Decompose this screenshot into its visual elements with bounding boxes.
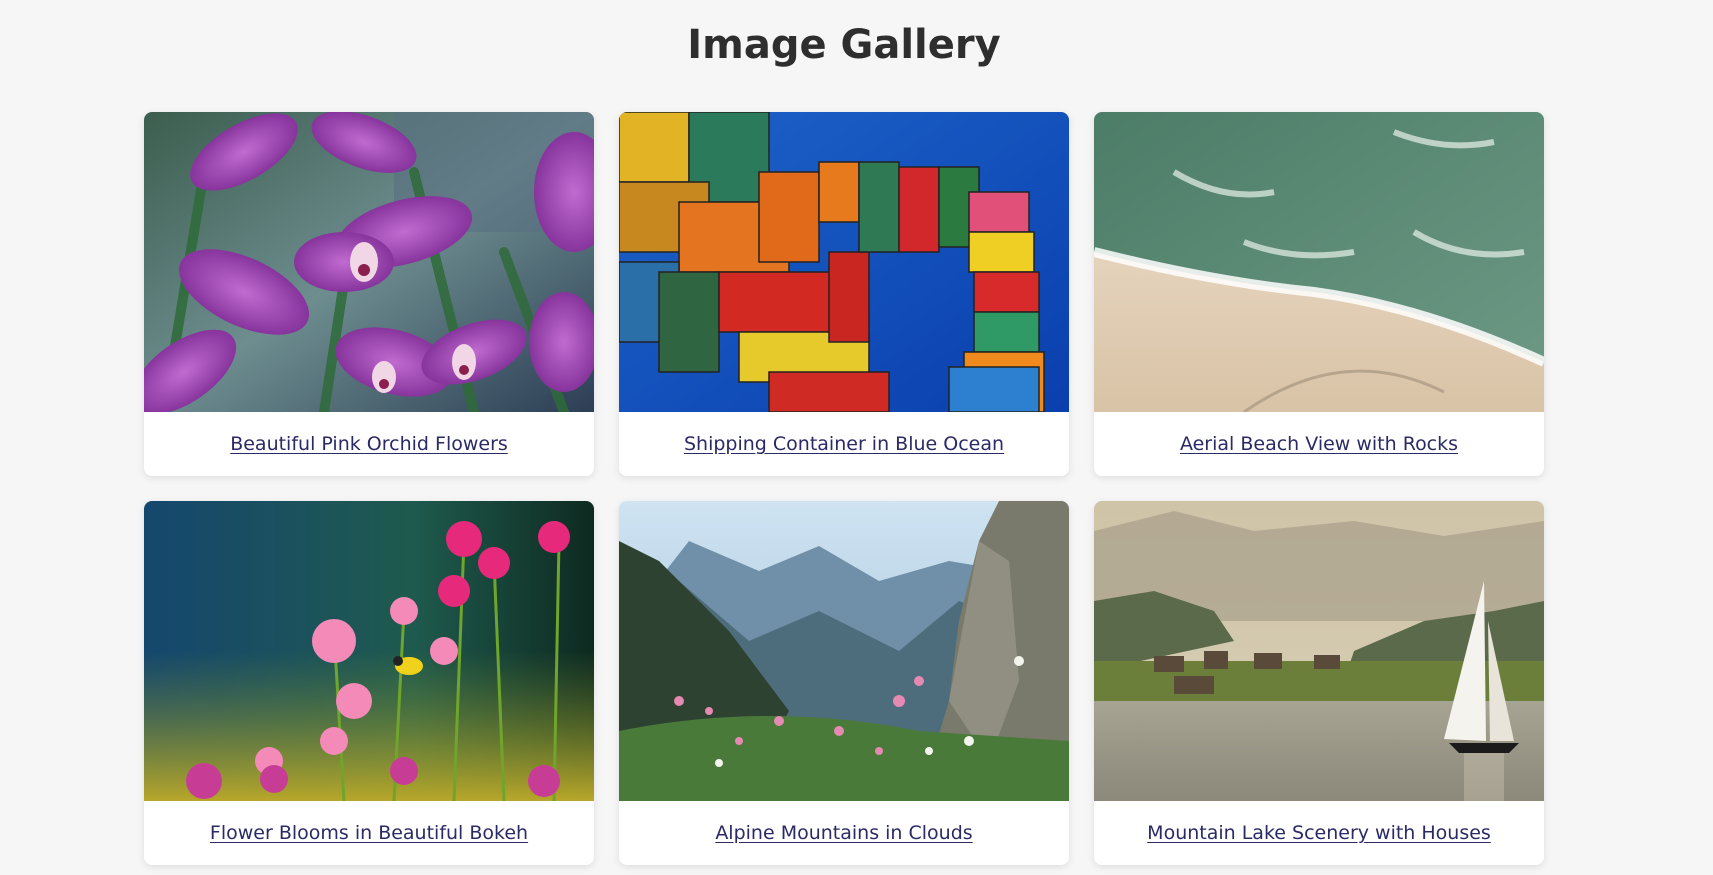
orchid-image[interactable] (144, 112, 594, 412)
gallery-card: Mountain Lake Scenery with Houses (1094, 501, 1544, 865)
gallery-card: Shipping Container in Blue Ocean (619, 112, 1069, 476)
image-link[interactable]: Alpine Mountains in Clouds (715, 822, 972, 844)
card-caption: Alpine Mountains in Clouds (619, 801, 1069, 865)
card-caption: Beautiful Pink Orchid Flowers (144, 412, 594, 476)
image-link[interactable]: Mountain Lake Scenery with Houses (1147, 822, 1491, 844)
gallery-card: Beautiful Pink Orchid Flowers (144, 112, 594, 476)
mountain-lake-image[interactable] (1094, 501, 1544, 801)
card-caption: Shipping Container in Blue Ocean (619, 412, 1069, 476)
gallery-card: Alpine Mountains in Clouds (619, 501, 1069, 865)
gallery-page: Image Gallery Beautiful Pink Orchid Flow… (0, 0, 1713, 875)
page-title: Image Gallery (687, 22, 1001, 68)
gallery-card: Aerial Beach View with Rocks (1094, 112, 1544, 476)
flowers-bokeh-image[interactable] (144, 501, 594, 801)
mountains-image[interactable] (619, 501, 1069, 801)
card-caption: Flower Blooms in Beautiful Bokeh (144, 801, 594, 865)
image-link[interactable]: Flower Blooms in Beautiful Bokeh (210, 822, 528, 844)
image-link[interactable]: Shipping Container in Blue Ocean (684, 433, 1004, 455)
card-caption: Aerial Beach View with Rocks (1094, 412, 1544, 476)
containers-image[interactable] (619, 112, 1069, 412)
image-link[interactable]: Beautiful Pink Orchid Flowers (230, 433, 508, 455)
beach-image[interactable] (1094, 112, 1544, 412)
image-link[interactable]: Aerial Beach View with Rocks (1180, 433, 1458, 455)
card-caption: Mountain Lake Scenery with Houses (1094, 801, 1544, 865)
gallery-card: Flower Blooms in Beautiful Bokeh (144, 501, 594, 865)
